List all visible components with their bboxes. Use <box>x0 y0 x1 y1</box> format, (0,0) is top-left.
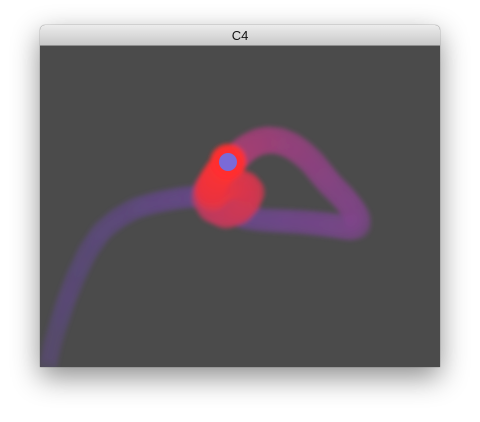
cursor-dot <box>219 153 237 171</box>
cursor-trail <box>40 126 371 367</box>
drawing-canvas[interactable] <box>40 46 440 367</box>
app-window: C4 <box>40 25 440 367</box>
window-title: C4 <box>231 28 249 43</box>
trail-drawing <box>40 126 371 367</box>
title-bar[interactable]: C4 <box>40 25 440 46</box>
